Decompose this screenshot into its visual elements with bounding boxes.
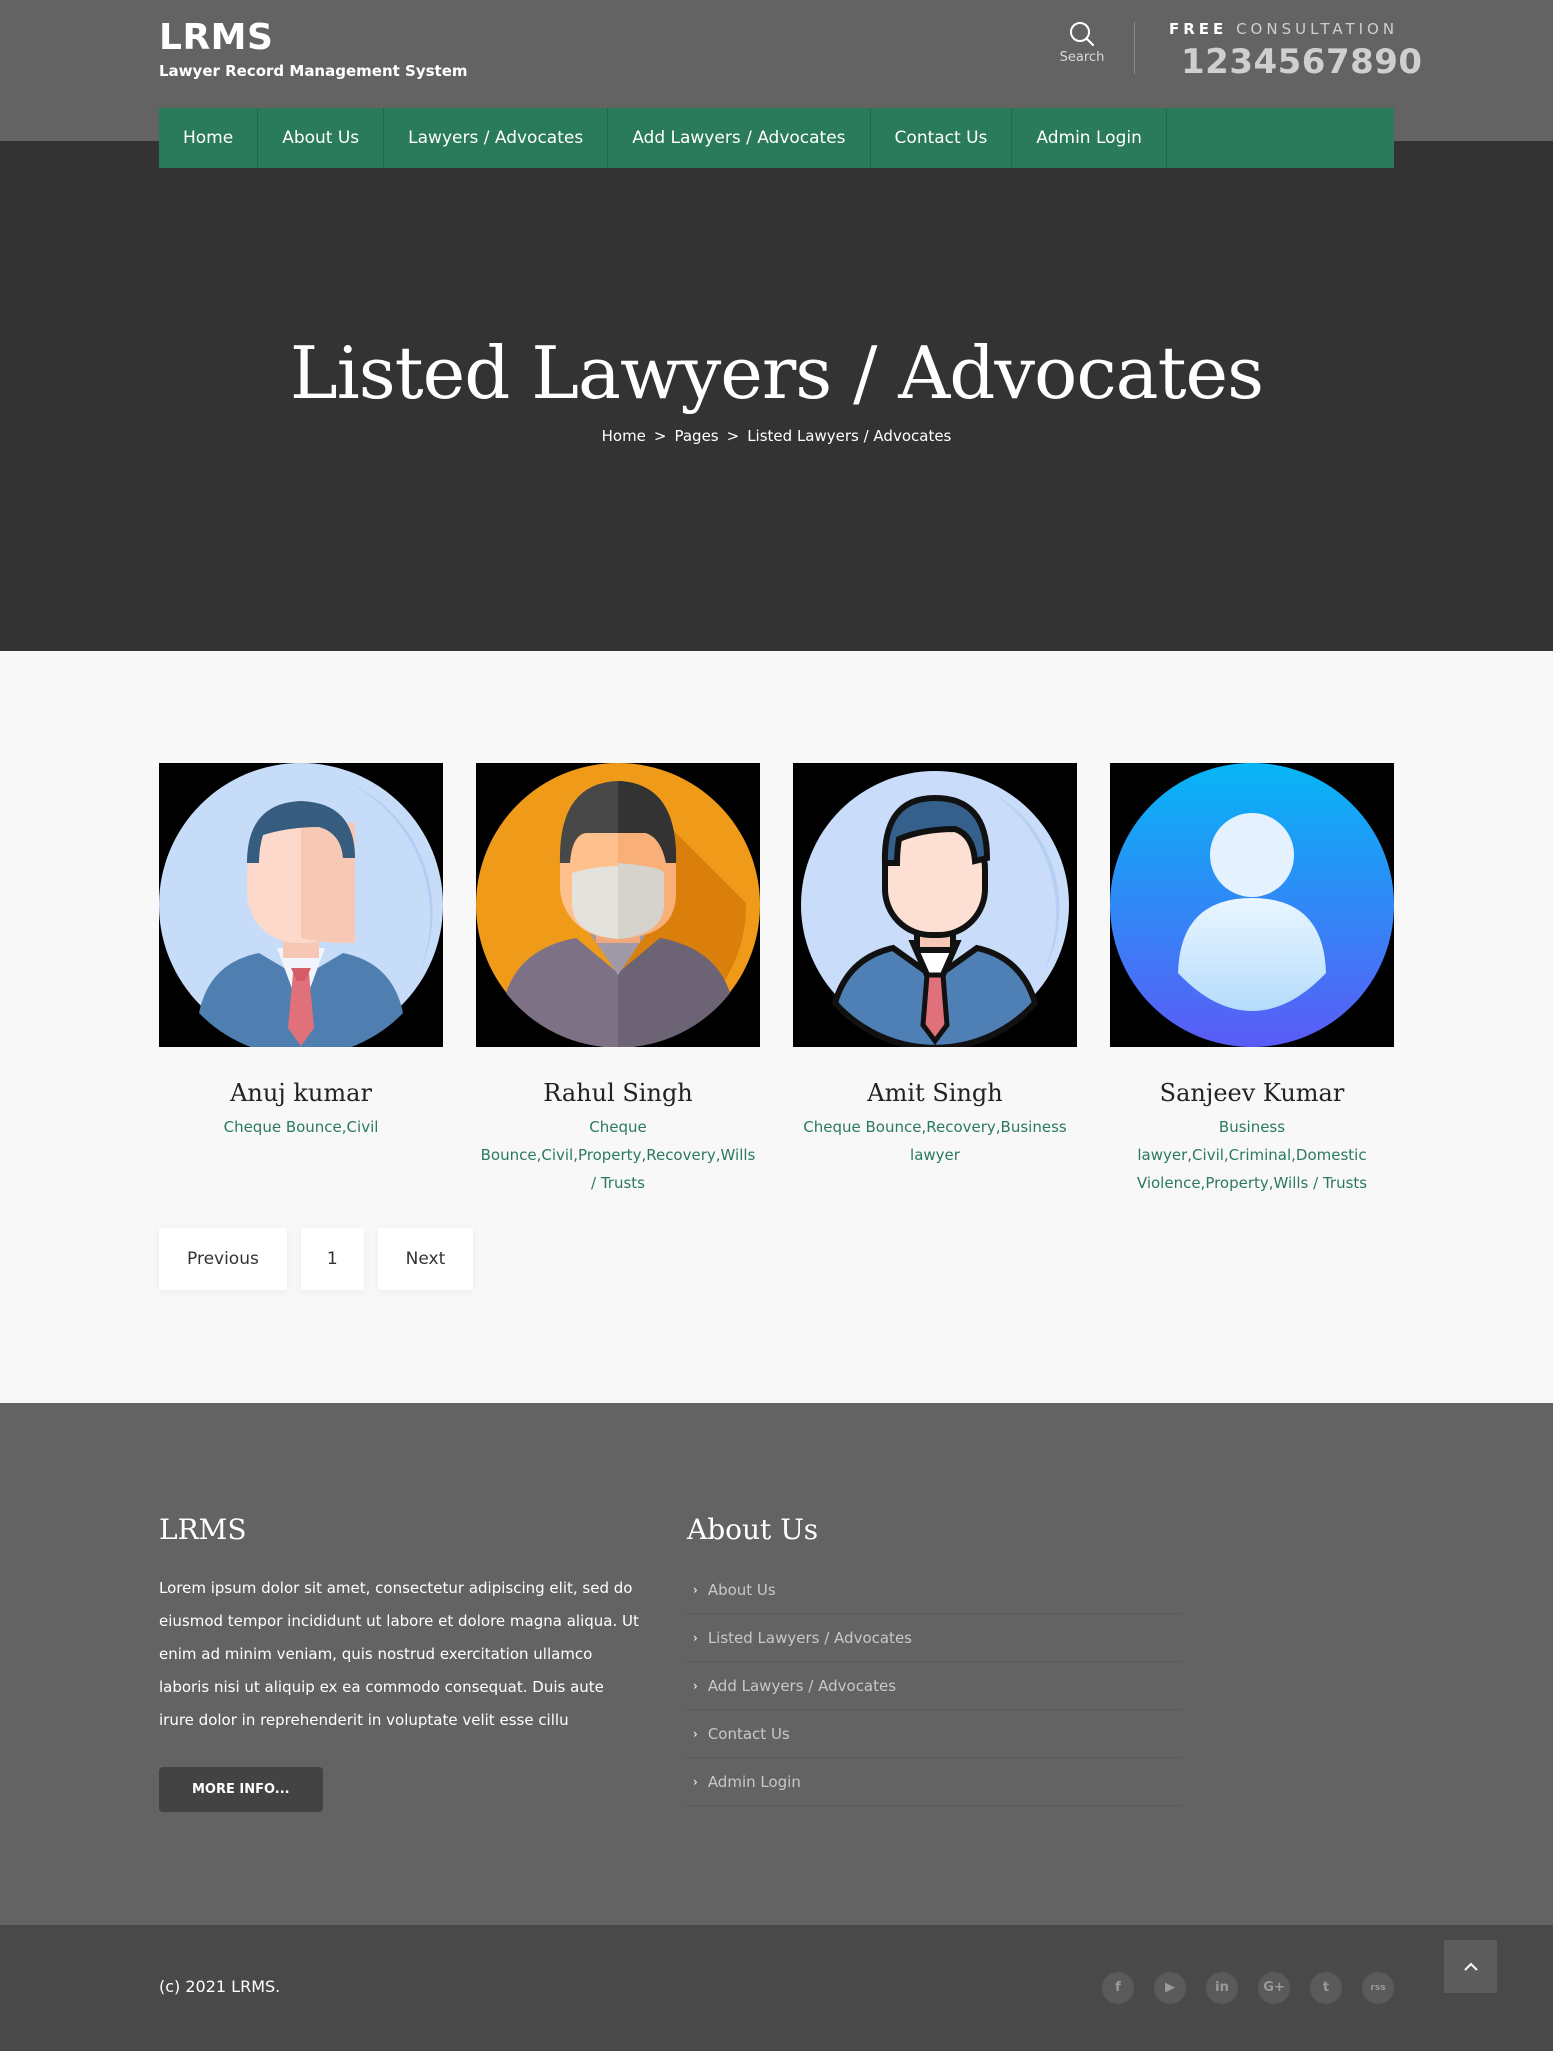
businessman-avatar-icon[interactable] <box>159 763 443 1047</box>
page-title: Listed Lawyers / Advocates <box>289 331 1264 415</box>
social-links: f ▶ in G+ t rss <box>1102 1972 1394 2004</box>
pagination: Previous 1 Next <box>159 1228 474 1290</box>
lawyers-section: Anuj kumar Cheque Bounce,Civil Rahul Sin… <box>0 651 1553 1403</box>
lawyer-name[interactable]: Amit Singh <box>793 1079 1077 1107</box>
breadcrumb-chevron-icon: > <box>726 427 740 445</box>
consultation-text: CONSULTATION <box>1236 20 1399 38</box>
lawyer-card[interactable]: Amit Singh Cheque Bounce,Recovery,Busine… <box>793 763 1077 1197</box>
search-button[interactable]: Search <box>1052 20 1112 65</box>
nav-contact-us[interactable]: Contact Us <box>871 108 1013 168</box>
consultation-label: FREE CONSULTATION <box>1169 20 1394 38</box>
lawyer-card[interactable]: Sanjeev Kumar Business lawyer,Civil,Crim… <box>1110 763 1394 1197</box>
next-page-button[interactable]: Next <box>377 1228 474 1290</box>
breadcrumb: Home > Pages > Listed Lawyers / Advocate… <box>0 427 1553 445</box>
back-to-top-button[interactable] <box>1444 1940 1497 1993</box>
consultation-phone[interactable]: 1234567890 <box>1169 42 1422 82</box>
footer-links-column: About Us › About Us › Listed Lawyers / Adv… <box>687 1513 1183 1806</box>
search-icon <box>1070 22 1095 47</box>
lawyer-specialization: Business lawyer,Civil,Criminal,Domestic … <box>1136 1118 1368 1192</box>
footer-about-text: Lorem ipsum dolor sit amet, consectetur … <box>159 1579 639 1729</box>
nav-home[interactable]: Home <box>159 108 259 168</box>
footer-about-column: LRMS Lorem ipsum dolor sit amet, consect… <box>159 1513 639 1812</box>
nav-add-lawyers[interactable]: Add Lawyers / Advocates <box>608 108 871 168</box>
footer-links: › About Us › Listed Lawyers / Advocates › A… <box>687 1566 1183 1806</box>
lawyer-list: Anuj kumar Cheque Bounce,Civil Rahul Sin… <box>159 763 1394 1197</box>
google-plus-icon[interactable]: G+ <box>1258 1972 1290 2004</box>
brand[interactable]: LRMS Lawyer Record Management System <box>159 17 468 81</box>
chevron-right-icon: › <box>693 1678 698 1693</box>
breadcrumb-chevron-icon: > <box>653 427 667 445</box>
chevron-up-icon <box>1463 1962 1478 1971</box>
lawyer-name[interactable]: Sanjeev Kumar <box>1110 1079 1394 1107</box>
lawyer-card[interactable]: Anuj kumar Cheque Bounce,Civil <box>159 763 443 1197</box>
footer-link-label: Admin Login <box>707 1772 801 1791</box>
footer-links-title: About Us <box>687 1513 819 1546</box>
page-hero: Listed Lawyers / Advocates Home > Pages … <box>0 141 1553 651</box>
top-bar: LRMS Lawyer Record Management System Sea… <box>0 0 1553 168</box>
search-label: Search <box>1059 50 1105 65</box>
rss-icon[interactable]: rss <box>1362 1972 1394 2004</box>
footer-bottom-bar: (c) 2021 LRMS. f ▶ in G+ t rss <box>0 1925 1553 2051</box>
suited-man-avatar-icon[interactable] <box>793 763 1077 1047</box>
chevron-right-icon: › <box>693 1774 698 1789</box>
youtube-icon[interactable]: ▶ <box>1154 1972 1186 2004</box>
lawyer-specialization: Cheque Bounce,Recovery,Business lawyer <box>803 1118 1067 1164</box>
page-number-button[interactable]: 1 <box>300 1228 364 1290</box>
breadcrumb-pages[interactable]: Pages <box>674 427 718 445</box>
breadcrumb-home[interactable]: Home <box>602 427 646 445</box>
lawyer-name[interactable]: Anuj kumar <box>159 1079 443 1107</box>
footer-link-listed-lawyers[interactable]: › Listed Lawyers / Advocates <box>687 1614 1183 1662</box>
site-header: LRMS Lawyer Record Management System Sea… <box>0 0 1553 651</box>
nav-admin-login[interactable]: Admin Login <box>1012 108 1167 168</box>
breadcrumb-current: Listed Lawyers / Advocates <box>747 427 952 445</box>
linkedin-icon[interactable]: in <box>1206 1972 1238 2004</box>
brand-subtitle: Lawyer Record Management System <box>159 62 468 80</box>
twitter-icon[interactable]: t <box>1310 1972 1342 2004</box>
lawyer-name[interactable]: Rahul Singh <box>476 1079 760 1107</box>
bottom-bar-inner: (c) 2021 LRMS. f ▶ in G+ t rss <box>159 1925 1394 2051</box>
nav-about-us[interactable]: About Us <box>258 108 385 168</box>
free-consultation: FREE CONSULTATION 1234567890 <box>1169 20 1422 82</box>
lawyer-specialization: Cheque Bounce,Civil,Property,Recovery,Wi… <box>480 1118 756 1192</box>
facebook-icon[interactable]: f <box>1102 1972 1134 2004</box>
footer-main: LRMS Lorem ipsum dolor sit amet, consect… <box>0 1403 1553 1925</box>
brand-title: LRMS <box>159 17 274 58</box>
generic-user-avatar-icon[interactable] <box>1110 763 1394 1047</box>
footer-link-label: Listed Lawyers / Advocates <box>707 1628 912 1647</box>
footer-link-label: Contact Us <box>707 1724 790 1743</box>
copyright-text: (c) 2021 LRMS. <box>159 1977 281 1996</box>
footer-link-add-lawyers[interactable]: › Add Lawyers / Advocates <box>687 1662 1183 1710</box>
chevron-right-icon: › <box>693 1630 698 1645</box>
footer-link-about-us[interactable]: › About Us <box>687 1566 1183 1614</box>
consultation-free: FREE <box>1169 20 1228 38</box>
chevron-right-icon: › <box>693 1726 698 1741</box>
site-footer: LRMS Lorem ipsum dolor sit amet, consect… <box>0 1403 1553 2051</box>
masked-man-avatar-icon[interactable] <box>476 763 760 1047</box>
nav-lawyers[interactable]: Lawyers / Advocates <box>384 108 609 168</box>
header-divider <box>1134 22 1135 74</box>
lawyer-card[interactable]: Rahul Singh Cheque Bounce,Civil,Property… <box>476 763 760 1197</box>
footer-link-admin-login[interactable]: › Admin Login <box>687 1758 1183 1806</box>
footer-link-contact-us[interactable]: › Contact Us <box>687 1710 1183 1758</box>
footer-link-label: About Us <box>707 1580 776 1599</box>
footer-link-label: Add Lawyers / Advocates <box>707 1676 897 1695</box>
lawyer-specialization: Cheque Bounce,Civil <box>223 1118 379 1136</box>
footer-brand-title: LRMS <box>159 1513 247 1546</box>
previous-page-button[interactable]: Previous <box>159 1228 287 1290</box>
main-nav: Home About Us Lawyers / Advocates Add La… <box>159 108 1394 168</box>
chevron-right-icon: › <box>693 1582 698 1597</box>
more-info-button[interactable]: MORE INFO... <box>159 1767 323 1812</box>
